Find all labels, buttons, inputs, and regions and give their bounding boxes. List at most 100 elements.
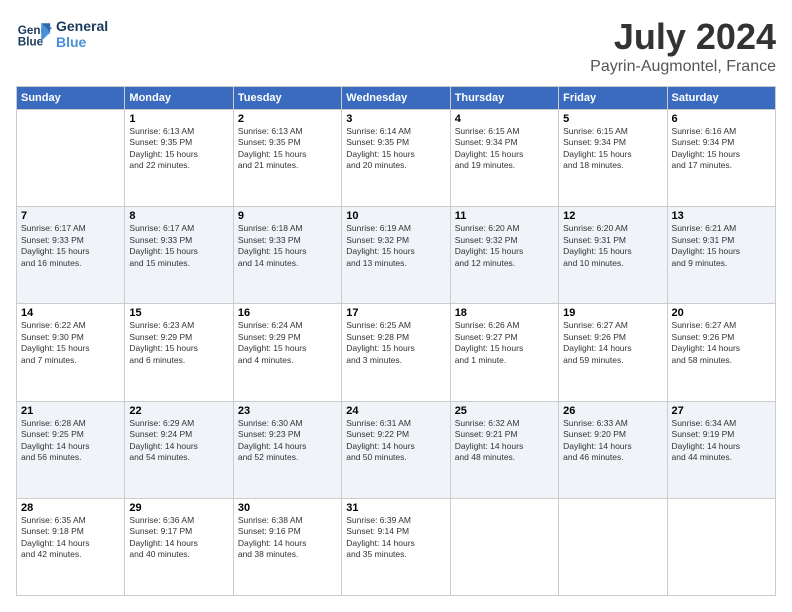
day-info: Sunrise: 6:17 AM Sunset: 9:33 PM Dayligh…: [21, 223, 120, 269]
calendar-cell: 10Sunrise: 6:19 AM Sunset: 9:32 PM Dayli…: [342, 207, 450, 304]
day-info: Sunrise: 6:36 AM Sunset: 9:17 PM Dayligh…: [129, 515, 228, 561]
day-info: Sunrise: 6:32 AM Sunset: 9:21 PM Dayligh…: [455, 418, 554, 464]
day-info: Sunrise: 6:18 AM Sunset: 9:33 PM Dayligh…: [238, 223, 337, 269]
day-number: 20: [672, 307, 771, 319]
calendar-header-tuesday: Tuesday: [233, 87, 341, 110]
month-title: July 2024: [590, 16, 776, 58]
calendar: SundayMondayTuesdayWednesdayThursdayFrid…: [16, 86, 776, 596]
day-info: Sunrise: 6:26 AM Sunset: 9:27 PM Dayligh…: [455, 320, 554, 366]
svg-text:Blue: Blue: [18, 36, 44, 49]
logo-icon: General Blue: [16, 16, 52, 52]
calendar-cell: 9Sunrise: 6:18 AM Sunset: 9:33 PM Daylig…: [233, 207, 341, 304]
day-info: Sunrise: 6:20 AM Sunset: 9:31 PM Dayligh…: [563, 223, 662, 269]
day-number: 25: [455, 405, 554, 417]
day-info: Sunrise: 6:16 AM Sunset: 9:34 PM Dayligh…: [672, 126, 771, 172]
calendar-cell: 2Sunrise: 6:13 AM Sunset: 9:35 PM Daylig…: [233, 110, 341, 207]
calendar-cell: 22Sunrise: 6:29 AM Sunset: 9:24 PM Dayli…: [125, 401, 233, 498]
calendar-cell: 1Sunrise: 6:13 AM Sunset: 9:35 PM Daylig…: [125, 110, 233, 207]
day-info: Sunrise: 6:34 AM Sunset: 9:19 PM Dayligh…: [672, 418, 771, 464]
location-title: Payrin-Augmontel, France: [590, 58, 776, 76]
day-number: 16: [238, 307, 337, 319]
day-number: 17: [346, 307, 445, 319]
day-info: Sunrise: 6:39 AM Sunset: 9:14 PM Dayligh…: [346, 515, 445, 561]
calendar-cell: 25Sunrise: 6:32 AM Sunset: 9:21 PM Dayli…: [450, 401, 558, 498]
day-number: 12: [563, 210, 662, 222]
calendar-cell: 21Sunrise: 6:28 AM Sunset: 9:25 PM Dayli…: [17, 401, 125, 498]
calendar-header-friday: Friday: [559, 87, 667, 110]
calendar-header-monday: Monday: [125, 87, 233, 110]
day-number: 31: [346, 502, 445, 514]
day-number: 5: [563, 113, 662, 125]
day-info: Sunrise: 6:17 AM Sunset: 9:33 PM Dayligh…: [129, 223, 228, 269]
day-number: 8: [129, 210, 228, 222]
calendar-header-sunday: Sunday: [17, 87, 125, 110]
day-info: Sunrise: 6:15 AM Sunset: 9:34 PM Dayligh…: [563, 126, 662, 172]
calendar-cell: 26Sunrise: 6:33 AM Sunset: 9:20 PM Dayli…: [559, 401, 667, 498]
day-number: 29: [129, 502, 228, 514]
day-info: Sunrise: 6:15 AM Sunset: 9:34 PM Dayligh…: [455, 126, 554, 172]
calendar-week-row: 21Sunrise: 6:28 AM Sunset: 9:25 PM Dayli…: [17, 401, 776, 498]
calendar-header-wednesday: Wednesday: [342, 87, 450, 110]
day-number: 7: [21, 210, 120, 222]
day-number: 21: [21, 405, 120, 417]
day-number: 11: [455, 210, 554, 222]
calendar-cell: 28Sunrise: 6:35 AM Sunset: 9:18 PM Dayli…: [17, 498, 125, 595]
day-info: Sunrise: 6:33 AM Sunset: 9:20 PM Dayligh…: [563, 418, 662, 464]
calendar-cell: 3Sunrise: 6:14 AM Sunset: 9:35 PM Daylig…: [342, 110, 450, 207]
day-info: Sunrise: 6:21 AM Sunset: 9:31 PM Dayligh…: [672, 223, 771, 269]
day-number: 24: [346, 405, 445, 417]
calendar-week-row: 28Sunrise: 6:35 AM Sunset: 9:18 PM Dayli…: [17, 498, 776, 595]
day-number: 1: [129, 113, 228, 125]
day-info: Sunrise: 6:28 AM Sunset: 9:25 PM Dayligh…: [21, 418, 120, 464]
day-number: 3: [346, 113, 445, 125]
day-number: 27: [672, 405, 771, 417]
day-info: Sunrise: 6:35 AM Sunset: 9:18 PM Dayligh…: [21, 515, 120, 561]
calendar-cell: 23Sunrise: 6:30 AM Sunset: 9:23 PM Dayli…: [233, 401, 341, 498]
day-number: 9: [238, 210, 337, 222]
day-number: 22: [129, 405, 228, 417]
logo-blue: Blue: [56, 34, 108, 50]
calendar-cell: [559, 498, 667, 595]
day-number: 23: [238, 405, 337, 417]
day-info: Sunrise: 6:22 AM Sunset: 9:30 PM Dayligh…: [21, 320, 120, 366]
day-number: 30: [238, 502, 337, 514]
day-number: 13: [672, 210, 771, 222]
day-info: Sunrise: 6:13 AM Sunset: 9:35 PM Dayligh…: [238, 126, 337, 172]
day-number: 4: [455, 113, 554, 125]
day-info: Sunrise: 6:38 AM Sunset: 9:16 PM Dayligh…: [238, 515, 337, 561]
calendar-header-row: SundayMondayTuesdayWednesdayThursdayFrid…: [17, 87, 776, 110]
day-info: Sunrise: 6:29 AM Sunset: 9:24 PM Dayligh…: [129, 418, 228, 464]
day-info: Sunrise: 6:23 AM Sunset: 9:29 PM Dayligh…: [129, 320, 228, 366]
calendar-cell: [17, 110, 125, 207]
calendar-cell: 7Sunrise: 6:17 AM Sunset: 9:33 PM Daylig…: [17, 207, 125, 304]
day-number: 15: [129, 307, 228, 319]
header: General Blue General Blue July 2024 Payr…: [16, 16, 776, 76]
day-number: 10: [346, 210, 445, 222]
calendar-cell: 15Sunrise: 6:23 AM Sunset: 9:29 PM Dayli…: [125, 304, 233, 401]
calendar-cell: 31Sunrise: 6:39 AM Sunset: 9:14 PM Dayli…: [342, 498, 450, 595]
calendar-cell: 5Sunrise: 6:15 AM Sunset: 9:34 PM Daylig…: [559, 110, 667, 207]
day-number: 19: [563, 307, 662, 319]
day-info: Sunrise: 6:27 AM Sunset: 9:26 PM Dayligh…: [563, 320, 662, 366]
calendar-cell: 24Sunrise: 6:31 AM Sunset: 9:22 PM Dayli…: [342, 401, 450, 498]
calendar-week-row: 7Sunrise: 6:17 AM Sunset: 9:33 PM Daylig…: [17, 207, 776, 304]
calendar-cell: 4Sunrise: 6:15 AM Sunset: 9:34 PM Daylig…: [450, 110, 558, 207]
calendar-cell: 12Sunrise: 6:20 AM Sunset: 9:31 PM Dayli…: [559, 207, 667, 304]
day-number: 26: [563, 405, 662, 417]
calendar-cell: 17Sunrise: 6:25 AM Sunset: 9:28 PM Dayli…: [342, 304, 450, 401]
calendar-week-row: 1 Sunrise: 6:13 AM Sunset: 9:35 PM Daylig…: [17, 110, 776, 207]
day-info: Sunrise: 6:20 AM Sunset: 9:32 PM Dayligh…: [455, 223, 554, 269]
title-block: July 2024 Payrin-Augmontel, France: [590, 16, 776, 76]
day-info: Sunrise: 6:27 AM Sunset: 9:26 PM Dayligh…: [672, 320, 771, 366]
calendar-cell: 19Sunrise: 6:27 AM Sunset: 9:26 PM Dayli…: [559, 304, 667, 401]
calendar-cell: 18Sunrise: 6:26 AM Sunset: 9:27 PM Dayli…: [450, 304, 558, 401]
calendar-cell: 27Sunrise: 6:34 AM Sunset: 9:19 PM Dayli…: [667, 401, 775, 498]
day-number: 18: [455, 307, 554, 319]
calendar-cell: 29Sunrise: 6:36 AM Sunset: 9:17 PM Dayli…: [125, 498, 233, 595]
day-info: Sunrise: 6:31 AM Sunset: 9:22 PM Dayligh…: [346, 418, 445, 464]
calendar-cell: 8Sunrise: 6:17 AM Sunset: 9:33 PM Daylig…: [125, 207, 233, 304]
logo-general: General: [56, 18, 108, 34]
day-info: Sunrise: 6:19 AM Sunset: 9:32 PM Dayligh…: [346, 223, 445, 269]
calendar-cell: 13Sunrise: 6:21 AM Sunset: 9:31 PM Dayli…: [667, 207, 775, 304]
day-number: 14: [21, 307, 120, 319]
